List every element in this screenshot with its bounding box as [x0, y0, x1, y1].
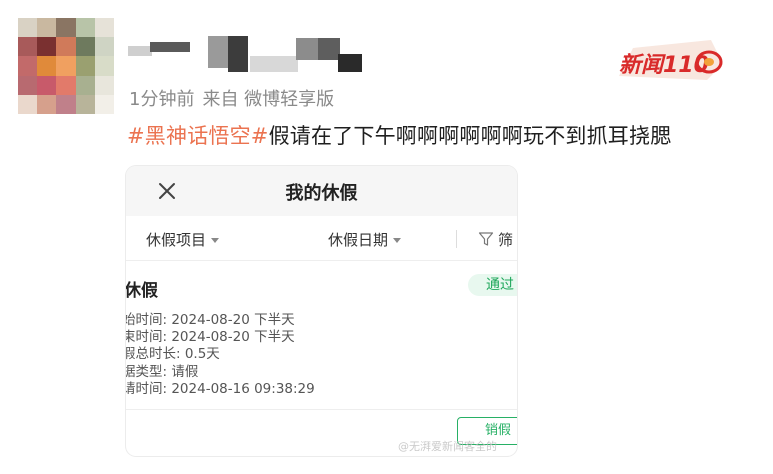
filter-bar: 休假项目 休假日期 筛	[126, 222, 517, 256]
detail-end-time: 束时间: 2024-08-20 下半天	[126, 329, 295, 346]
post-time: 1分钟前	[129, 89, 195, 110]
detail-duration: 假总时长: 0.5天	[126, 346, 220, 363]
post-body: 假请在了下午啊啊啊啊啊啊玩不到抓耳挠腮	[268, 124, 672, 148]
record-details: 始时间: 2024-08-20 下半天 束时间: 2024-08-20 下半天 …	[126, 312, 315, 398]
page-title: 我的休假	[285, 183, 358, 204]
chevron-down-icon	[211, 238, 220, 243]
filter-divider	[456, 230, 457, 248]
logo-text: 新闻110	[619, 52, 709, 78]
hashtag-link[interactable]: #黑神话悟空#	[127, 124, 269, 148]
leave-type-label: 休假项目	[146, 231, 207, 249]
funnel-icon[interactable]	[478, 231, 494, 247]
post-source[interactable]: 来自 微博轻享版	[202, 89, 334, 110]
avatar[interactable]	[18, 18, 114, 114]
leave-date-label: 休假日期	[328, 231, 389, 249]
status-badge: 通过	[468, 274, 517, 296]
post-text: #黑神话悟空#假请在了下午啊啊啊啊啊啊玩不到抓耳挠腮	[127, 120, 671, 150]
news110-logo: 新闻110	[619, 40, 723, 80]
detail-apply-time: 请时间: 2024-08-16 09:38:29	[126, 380, 315, 397]
divider	[126, 260, 517, 261]
post-meta: 1分钟前 来自 微博轻享版	[129, 85, 342, 111]
watermark: @无湃爱新闻客全的	[398, 440, 497, 453]
leave-type-dropdown[interactable]: 休假项目	[146, 229, 220, 250]
filter-button[interactable]: 筛	[498, 229, 513, 250]
record-title: 休假	[126, 281, 158, 301]
chevron-down-icon	[393, 238, 402, 243]
divider	[126, 409, 517, 410]
detail-type: 据类型: 请假	[126, 363, 199, 380]
detail-start-time: 始时间: 2024-08-20 下半天	[126, 312, 295, 328]
app-header: 我的休假	[126, 166, 517, 216]
username-blurred[interactable]	[128, 36, 363, 76]
leave-app-screenshot: 我的休假 休假项目 休假日期 筛 休假 通过 始时间: 2024-08-20 下…	[126, 166, 517, 456]
leave-date-dropdown[interactable]: 休假日期	[328, 229, 402, 250]
